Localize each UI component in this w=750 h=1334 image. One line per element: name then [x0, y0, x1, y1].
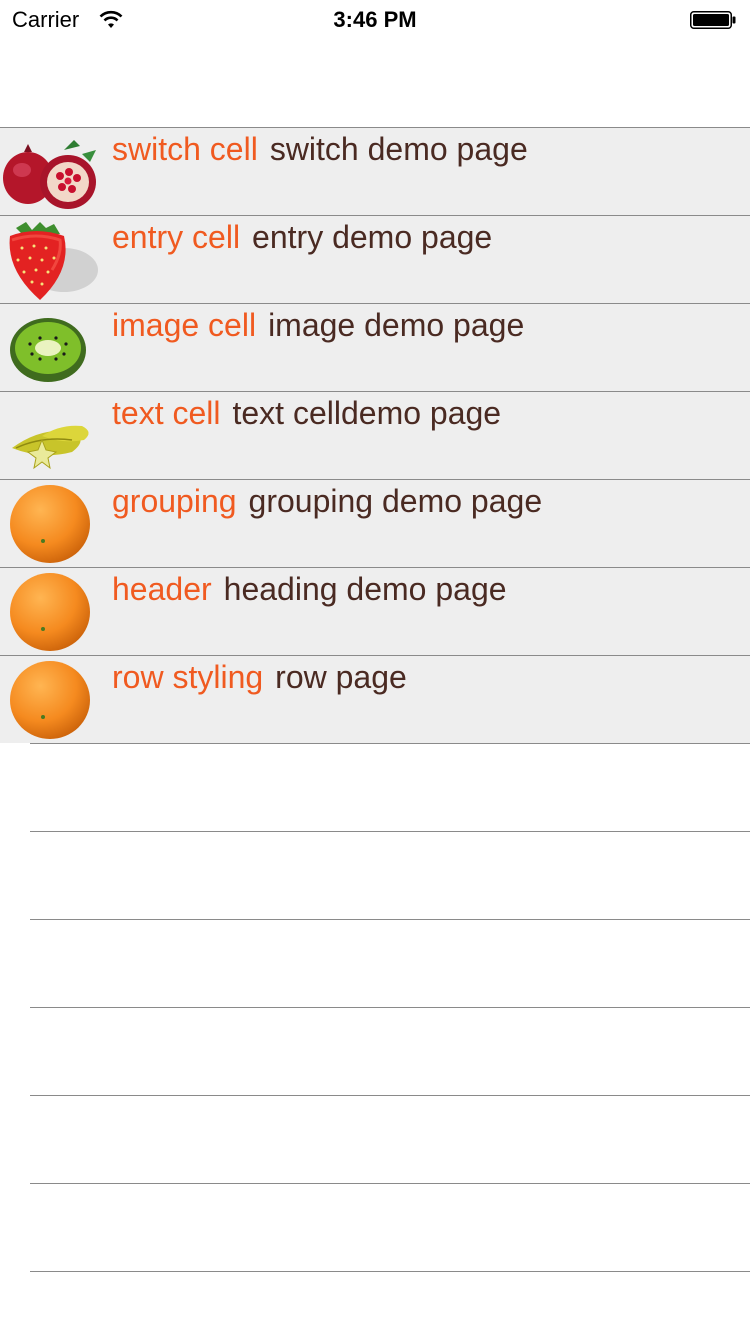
- row-title: grouping: [112, 483, 237, 519]
- table-row[interactable]: text cell text celldemo page: [0, 391, 750, 479]
- orange-icon: [10, 485, 90, 563]
- kiwi-icon: [10, 318, 86, 382]
- row-text: text cell text celldemo page: [112, 394, 501, 432]
- row-title: row styling: [112, 659, 264, 695]
- row-text: header heading demo page: [112, 570, 507, 608]
- row-title: entry cell: [112, 219, 241, 255]
- row-text: switch cell switch demo page: [112, 130, 528, 168]
- row-detail: row page: [275, 659, 407, 695]
- row-text: image cell image demo page: [112, 306, 524, 344]
- empty-row: [30, 1008, 750, 1096]
- row-detail: heading demo page: [223, 571, 507, 607]
- table-view[interactable]: switch cell switch demo page entry cell en…: [0, 127, 750, 1272]
- table-row[interactable]: switch cell switch demo page: [0, 127, 750, 215]
- empty-row: [30, 1096, 750, 1184]
- row-title: switch cell: [112, 131, 258, 167]
- empty-row: [30, 1184, 750, 1272]
- row-detail: text celldemo page: [232, 395, 502, 431]
- orange-icon: [10, 661, 90, 739]
- empty-row: [30, 832, 750, 920]
- row-title: text cell: [112, 395, 221, 431]
- table-row[interactable]: row styling row page: [0, 655, 750, 743]
- table-row[interactable]: entry cell entry demo page: [0, 215, 750, 303]
- row-title: image cell: [112, 307, 257, 343]
- row-detail: entry demo page: [252, 219, 493, 255]
- table-row[interactable]: image cell image demo page: [0, 303, 750, 391]
- row-text: row styling row page: [112, 658, 407, 696]
- empty-row: [30, 744, 750, 832]
- starfruit-icon: [12, 425, 89, 470]
- row-detail: image demo page: [268, 307, 525, 343]
- row-text: entry cell entry demo page: [112, 218, 492, 256]
- row-detail: switch demo page: [269, 131, 528, 167]
- battery-full-icon: [690, 11, 736, 29]
- empty-row: [30, 920, 750, 1008]
- orange-icon: [10, 573, 90, 651]
- status-bar: Carrier 3:46 PM: [0, 0, 750, 40]
- clock: 3:46 PM: [333, 7, 417, 32]
- pomegranate-icon: [3, 140, 96, 209]
- strawberry-icon: [9, 222, 98, 300]
- row-text: grouping grouping demo page: [112, 482, 542, 520]
- row-detail: grouping demo page: [248, 483, 543, 519]
- table-row[interactable]: grouping grouping demo page: [0, 479, 750, 567]
- row-title: header: [112, 571, 212, 607]
- table-row[interactable]: header heading demo page: [0, 567, 750, 655]
